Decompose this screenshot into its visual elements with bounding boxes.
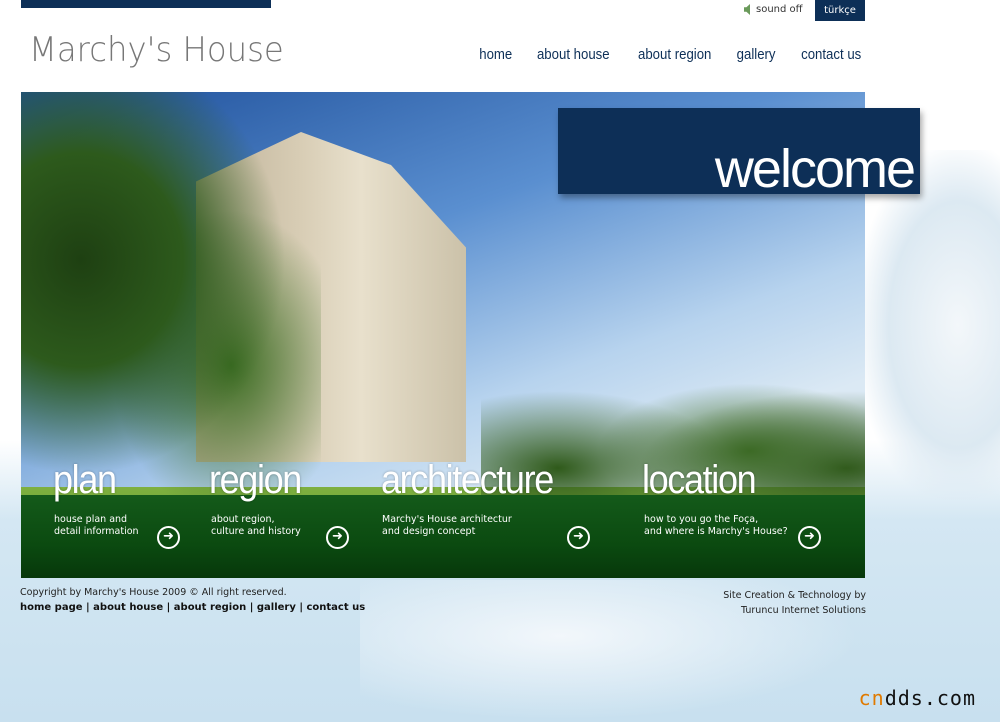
section-desc-line: and where is Marchy's House? <box>644 526 788 537</box>
arrow-right-icon[interactable]: ➜ <box>798 526 821 549</box>
watermark-part: dds.com <box>884 686 976 710</box>
footer-link-home[interactable]: home page <box>20 602 83 613</box>
section-desc: house plan and detail information <box>54 514 234 538</box>
nav-gallery[interactable]: gallery <box>737 46 776 63</box>
nav-about-region[interactable]: about region <box>638 46 711 63</box>
footer-link-about-house[interactable]: about house <box>93 602 163 613</box>
sound-label: sound off <box>756 4 803 15</box>
trees <box>21 92 321 512</box>
credit-line: Turuncu Internet Solutions <box>741 605 866 616</box>
arrow-right-icon[interactable]: ➜ <box>157 526 180 549</box>
top-accent-bar <box>21 0 271 8</box>
arrow-right-icon[interactable]: ➜ <box>567 526 590 549</box>
separator: | <box>166 602 171 613</box>
footer-links: home page | about house | about region |… <box>20 602 365 613</box>
nav-home[interactable]: home <box>479 46 512 63</box>
copyright: Copyright by Marchy's House 2009 © All r… <box>20 587 287 598</box>
section-desc-line: about region, <box>211 514 275 525</box>
background-clouds <box>860 150 1000 500</box>
speaker-icon <box>744 4 750 15</box>
site-credit[interactable]: Site Creation & Technology by Turuncu Int… <box>723 588 866 618</box>
section-desc-line: how to you go the Foça, <box>644 514 759 525</box>
section-title: location <box>642 458 757 502</box>
separator: | <box>299 602 303 613</box>
section-desc: about region, culture and history <box>211 514 391 538</box>
section-architecture[interactable]: architecture Marchy's House architectur an… <box>381 458 572 537</box>
footer-link-about-region[interactable]: about region <box>174 602 246 613</box>
section-desc-line: culture and history <box>211 526 301 537</box>
separator: | <box>249 602 254 613</box>
logo[interactable]: Marchy's House <box>29 30 284 70</box>
section-title: architecture <box>381 458 554 502</box>
credit-line: Site Creation & Technology by <box>723 590 866 601</box>
arrow-right-icon[interactable]: ➜ <box>326 526 349 549</box>
footer-link-contact[interactable]: contact us <box>306 602 365 613</box>
section-title: region <box>209 458 302 502</box>
section-location[interactable]: location how to you go the Foça, and where… <box>642 458 788 537</box>
nav-about-house[interactable]: about house <box>537 46 610 63</box>
section-desc-line: detail information <box>54 526 139 537</box>
section-desc-line: and design concept <box>382 526 476 537</box>
section-region[interactable]: region about region, culture and history <box>209 458 311 537</box>
language-button[interactable]: türkçe <box>815 0 865 21</box>
watermark-part: cn <box>858 686 885 710</box>
section-desc-line: house plan and <box>54 514 128 525</box>
watermark: cndds.com <box>859 686 976 710</box>
section-desc: Marchy's House architectur and design con… <box>382 514 562 538</box>
nav-contact-us[interactable]: contact us <box>801 46 861 63</box>
welcome-text: welcome <box>714 139 916 199</box>
section-desc: how to you go the Foça, and where is Marc… <box>644 514 824 538</box>
footer-link-gallery[interactable]: gallery <box>257 602 296 613</box>
main-nav: home about house about region gallery co… <box>477 46 865 63</box>
welcome-banner: welcome <box>558 108 920 199</box>
section-desc-line: Marchy's House architectur <box>382 514 512 525</box>
section-plan[interactable]: plan house plan and detail information <box>53 458 139 537</box>
sound-toggle[interactable]: sound off <box>744 4 803 15</box>
section-title: plan <box>53 458 117 502</box>
separator: | <box>86 602 90 613</box>
